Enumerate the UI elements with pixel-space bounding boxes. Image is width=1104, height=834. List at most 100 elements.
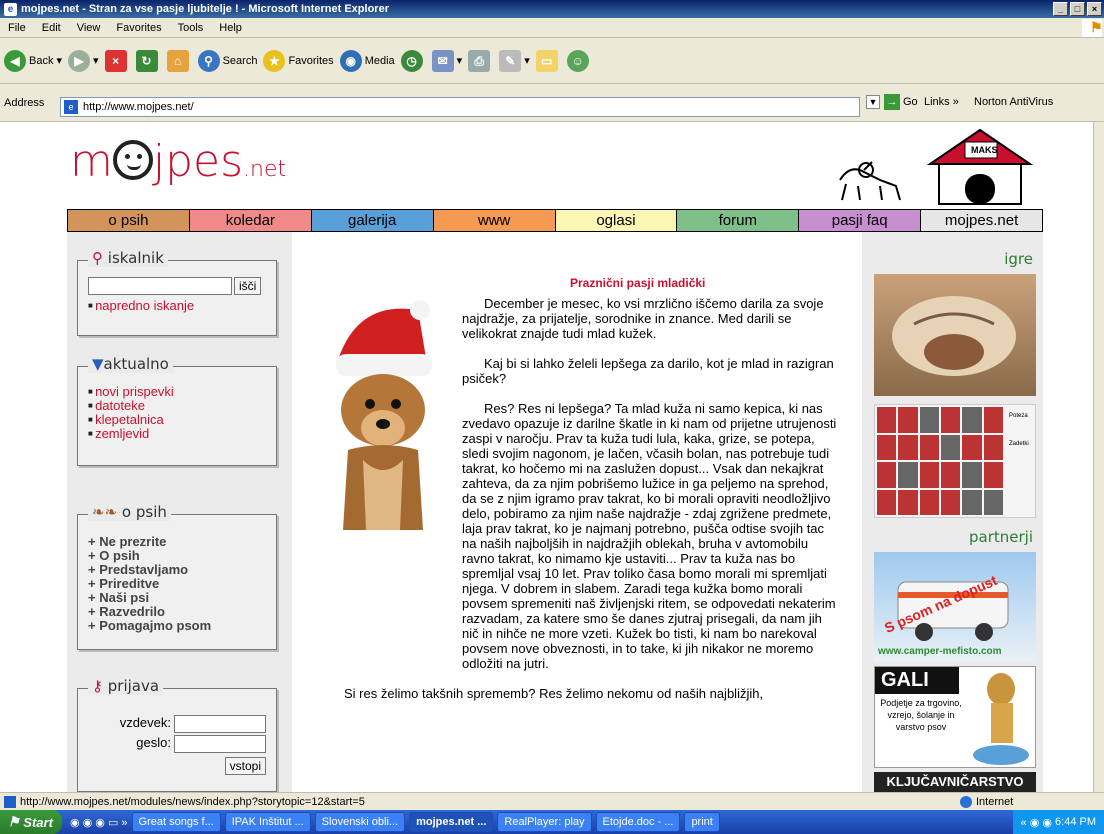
nav-item-pasji-faq[interactable]: pasji faq bbox=[799, 210, 922, 231]
print-button[interactable]: ⎙ bbox=[468, 49, 493, 72]
quick-launch-icons[interactable]: ◉ ◉ ◉ ▭ » bbox=[70, 816, 128, 829]
browser-toolbar: ◀ Back ▾ ▶ ▾ × ↻ ⌂ ⚲ Search ★ Favorites ◉ Med… bbox=[0, 38, 1104, 84]
minimize-button[interactable]: _ bbox=[1053, 2, 1068, 16]
status-bar: http://www.mojpes.net/modules/news/index… bbox=[0, 792, 1104, 810]
nav-item-forum[interactable]: forum bbox=[677, 210, 800, 231]
article-paragraph: Res? Res ni lepšega? Ta mlad kuža ni sam… bbox=[462, 401, 837, 671]
links-button[interactable]: Links » bbox=[924, 96, 959, 108]
username-label: vzdevek: bbox=[119, 715, 171, 730]
menu-help[interactable]: Help bbox=[211, 22, 250, 34]
taskbar-item-great-songs[interactable]: Great songs f... bbox=[131, 812, 221, 832]
taskbar-item-realplayer[interactable]: RealPlayer: play bbox=[497, 812, 592, 832]
login-button[interactable]: vstopi bbox=[224, 757, 266, 775]
link-pomagajmo-psom[interactable]: Pomagajmo psom bbox=[88, 619, 276, 633]
bulldog-photo[interactable] bbox=[874, 274, 1036, 396]
favorites-button[interactable]: ★ Favorites bbox=[263, 49, 334, 72]
memory-tile bbox=[962, 407, 982, 433]
ie-icon: e bbox=[4, 2, 17, 16]
menu-tools[interactable]: Tools bbox=[170, 22, 212, 34]
nav-item-galerija[interactable]: galerija bbox=[311, 210, 434, 231]
dog-house-drawing: MAKS bbox=[925, 128, 1035, 206]
memory-tile bbox=[898, 407, 918, 433]
nav-item-www[interactable]: www bbox=[433, 210, 556, 231]
about-dogs-box-title: ❧❧ o psih bbox=[88, 503, 171, 521]
memory-tile bbox=[983, 407, 1003, 433]
taskbar-item-mojpes[interactable]: mojpes.net ... bbox=[409, 812, 494, 832]
refresh-button[interactable]: ↻ bbox=[135, 49, 161, 72]
link-prireditve[interactable]: Prireditve bbox=[88, 577, 276, 591]
home-button[interactable]: ⌂ bbox=[166, 49, 192, 72]
nav-item-koledar[interactable]: koledar bbox=[189, 210, 312, 231]
taskbar-item-ipak[interactable]: IPAK Inštitut ... bbox=[224, 812, 311, 832]
username-input[interactable] bbox=[174, 715, 266, 733]
link-o-psih[interactable]: O psih bbox=[88, 549, 276, 563]
menu-edit[interactable]: Edit bbox=[34, 22, 69, 34]
taskbar-item-etojde[interactable]: Etojde.doc - ... bbox=[595, 812, 681, 832]
close-button[interactable]: × bbox=[1087, 2, 1102, 16]
search-input[interactable] bbox=[88, 277, 232, 295]
clock[interactable]: 6:44 PM bbox=[1055, 816, 1096, 828]
menu-view[interactable]: View bbox=[69, 22, 109, 34]
right-sidebar: igre Poteza Zadetki partnerji S psom na … bbox=[862, 232, 1043, 792]
link-ne-prezrite[interactable]: Ne prezrite bbox=[88, 535, 276, 549]
address-input[interactable]: e http://www.mojpes.net/ bbox=[60, 97, 860, 117]
main-content: Praznični pasji mladički December je mes… bbox=[292, 232, 862, 792]
start-button[interactable]: ⚑ Start bbox=[0, 810, 62, 834]
memory-tile bbox=[962, 462, 982, 488]
nav-item-oglasi[interactable]: oglasi bbox=[555, 210, 678, 231]
page-status-icon bbox=[4, 795, 16, 808]
messenger-button[interactable]: ☺ bbox=[566, 49, 592, 72]
tray-icons[interactable]: « ◉ ◉ bbox=[1021, 816, 1055, 829]
article-paragraph: Kaj bi si lahko želeli lepšega za darilo… bbox=[462, 356, 834, 386]
nav-item-o-psih[interactable]: o psih bbox=[68, 210, 190, 231]
link-nasi-psi[interactable]: Naši psi bbox=[88, 591, 276, 605]
advanced-search-link[interactable]: napredno iskanje bbox=[88, 299, 276, 313]
gali-banner[interactable]: GALI Podjetje za trgovino, vzrejo, šolan… bbox=[874, 666, 1036, 768]
history-button[interactable]: ◷ bbox=[400, 49, 426, 72]
search-submit-button[interactable]: išči bbox=[234, 277, 262, 295]
camper-mefisto-banner[interactable]: S psom na dopust www.camper-mefisto.com bbox=[874, 552, 1036, 662]
link-map[interactable]: zemljevid bbox=[88, 427, 276, 441]
memory-tile bbox=[877, 462, 897, 488]
memory-tile bbox=[877, 407, 897, 433]
forward-button[interactable]: ▶ ▾ bbox=[68, 49, 99, 72]
stop-button[interactable]: × bbox=[104, 49, 130, 72]
nav-item-mojpes-net[interactable]: mojpes.net bbox=[921, 210, 1042, 231]
taskbar-item-print[interactable]: print bbox=[684, 812, 720, 832]
folder-button[interactable]: ▭ bbox=[535, 49, 561, 72]
folder-icon: ▭ bbox=[535, 49, 558, 72]
mail-button[interactable]: ✉ ▾ bbox=[431, 49, 462, 72]
kljucavnicarstvo-banner[interactable]: KLJUČAVNIČARSTVO bbox=[874, 772, 1036, 792]
site-logo[interactable]: m jpes.net bbox=[70, 136, 286, 187]
memory-game-thumbnail[interactable]: Poteza Zadetki bbox=[874, 404, 1036, 518]
magnifier-icon: ⚲ bbox=[92, 249, 103, 267]
system-tray: « ◉ ◉ 6:44 PM bbox=[1012, 810, 1104, 834]
search-button[interactable]: ⚲ Search bbox=[197, 49, 257, 72]
article-body: December je mesec, ko vsi mrzlično iščem… bbox=[322, 296, 842, 716]
link-files[interactable]: datoteke bbox=[88, 399, 276, 413]
link-new-posts[interactable]: novi prispevki bbox=[88, 385, 276, 399]
article-title[interactable]: Praznični pasji mladički bbox=[570, 276, 705, 290]
norton-antivirus-button[interactable]: Norton AntiVirus bbox=[974, 96, 1053, 108]
link-predstavljamo[interactable]: Predstavljamo bbox=[88, 563, 276, 577]
edit-icon: ✎ bbox=[499, 49, 522, 72]
link-chat[interactable]: klepetalnica bbox=[88, 413, 276, 427]
address-dropdown-button[interactable]: ▼ bbox=[866, 95, 880, 109]
memory-tile bbox=[919, 434, 939, 460]
link-razvedrilo[interactable]: Razvedrilo bbox=[88, 605, 276, 619]
password-label: geslo: bbox=[136, 735, 171, 750]
edit-button[interactable]: ✎ ▾ bbox=[499, 49, 530, 72]
media-button[interactable]: ◉ Media bbox=[339, 49, 395, 72]
password-input[interactable] bbox=[174, 735, 266, 753]
maximize-button[interactable]: □ bbox=[1070, 2, 1085, 16]
back-button[interactable]: ◀ Back ▾ bbox=[4, 49, 62, 72]
memory-tile bbox=[898, 489, 918, 515]
menu-favorites[interactable]: Favorites bbox=[108, 22, 169, 34]
search-icon: ⚲ bbox=[197, 49, 220, 72]
search-box: ⚲ iskalnik išči napredno iskanje bbox=[77, 249, 277, 336]
go-button[interactable]: → Go bbox=[884, 94, 918, 110]
taskbar-item-slovenski[interactable]: Slovenski obli... bbox=[314, 812, 406, 832]
games-heading: igre bbox=[1004, 250, 1033, 268]
menu-file[interactable]: File bbox=[0, 22, 34, 34]
vertical-scrollbar[interactable] bbox=[1093, 122, 1104, 792]
